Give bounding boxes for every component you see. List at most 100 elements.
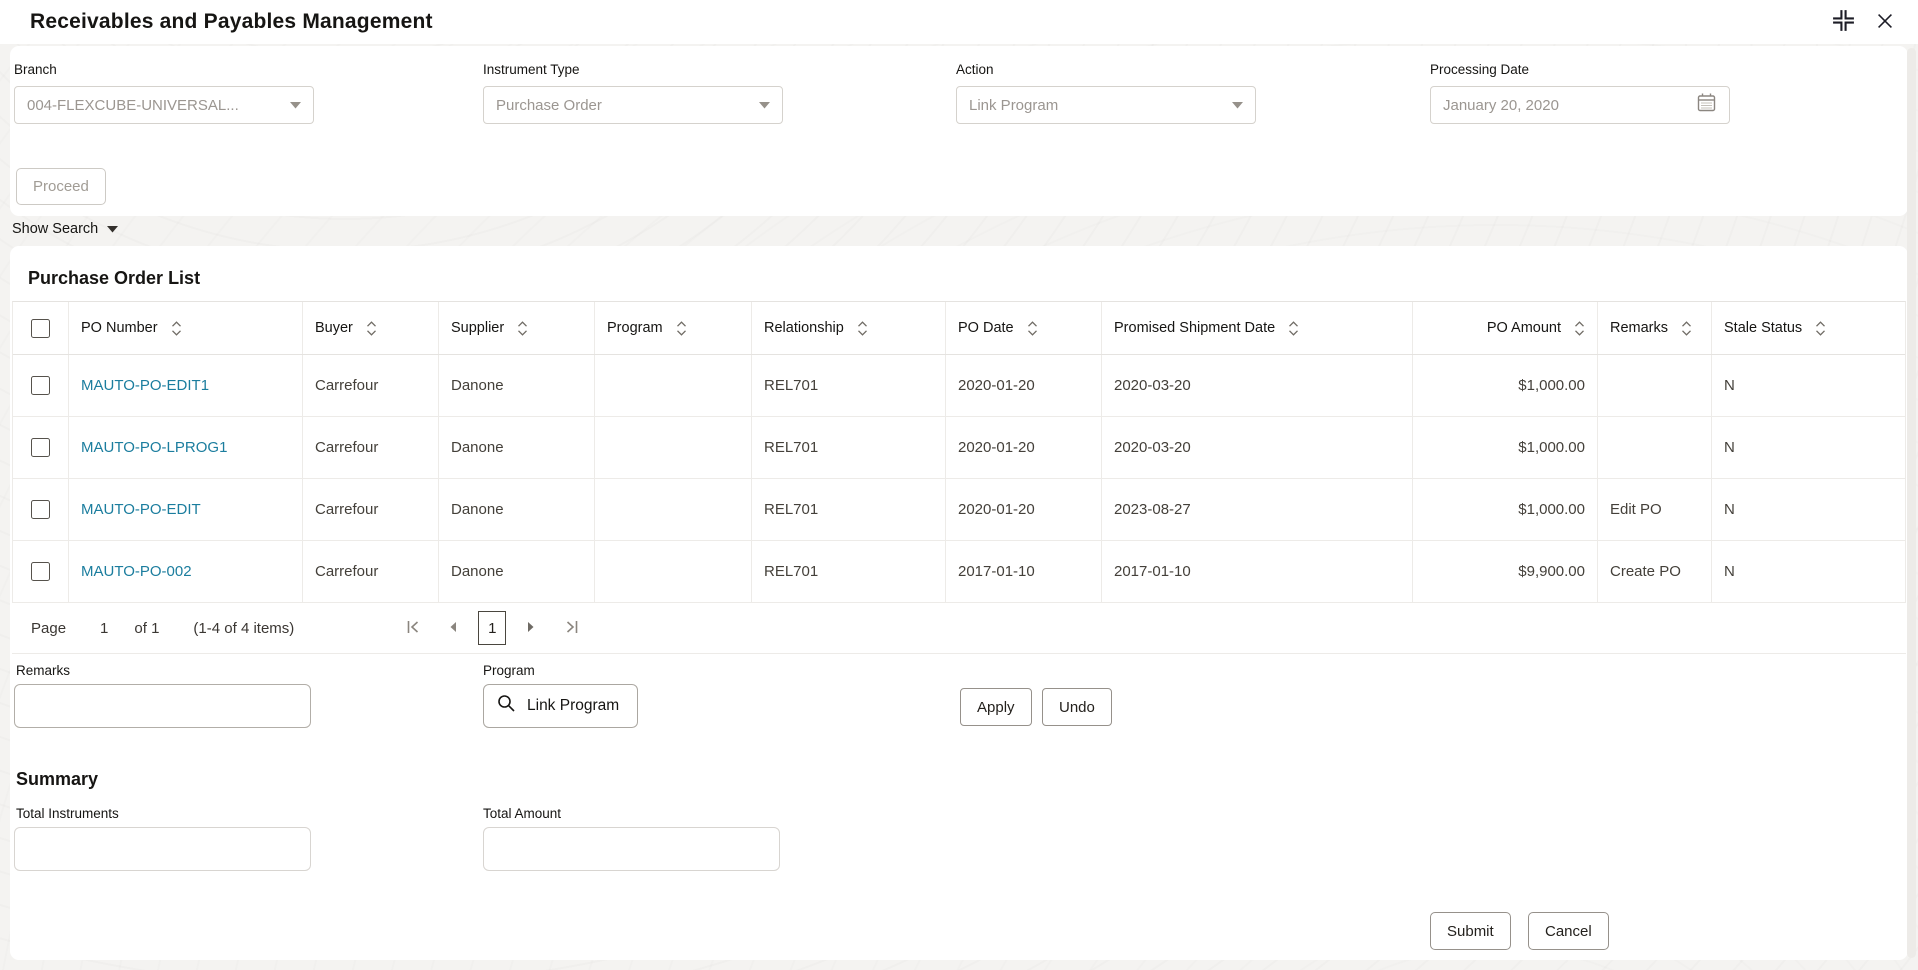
row-checkbox[interactable] bbox=[31, 500, 50, 519]
program-label: Program bbox=[483, 663, 535, 678]
filter-panel: Branch 004-FLEXCUBE-UNIVERSAL... Instrum… bbox=[10, 46, 1908, 216]
cell-po_number: MAUTO-PO-002 bbox=[68, 541, 302, 602]
cell-promised_shipment_date: 2020-03-20 bbox=[1101, 355, 1412, 416]
column-header-po_date[interactable]: PO Date bbox=[945, 302, 1101, 354]
window-titlebar: Receivables and Payables Management bbox=[0, 0, 1918, 44]
cell-po_number: MAUTO-PO-EDIT1 bbox=[68, 355, 302, 416]
column-header-promised_shipment_date[interactable]: Promised Shipment Date bbox=[1101, 302, 1412, 354]
column-header-stale_status[interactable]: Stale Status bbox=[1711, 302, 1905, 354]
close-button[interactable] bbox=[1872, 8, 1898, 37]
column-header-po_amount[interactable]: PO Amount bbox=[1412, 302, 1597, 354]
row-cell-select bbox=[13, 479, 68, 540]
page-count-label: of 1 bbox=[134, 620, 159, 637]
column-header-relationship[interactable]: Relationship bbox=[751, 302, 945, 354]
cell-stale_status: N bbox=[1711, 479, 1905, 540]
select-all-checkbox[interactable] bbox=[31, 319, 50, 338]
show-search-toggle[interactable]: Show Search bbox=[12, 221, 118, 237]
link-program-button[interactable]: Link Program bbox=[483, 684, 638, 728]
cell-supplier: Danone bbox=[438, 541, 594, 602]
column-header-po_number[interactable]: PO Number bbox=[68, 302, 302, 354]
column-header-remarks[interactable]: Remarks bbox=[1597, 302, 1711, 354]
cell-value: REL701 bbox=[764, 377, 818, 394]
cell-buyer: Carrefour bbox=[302, 479, 438, 540]
last-page-button[interactable] bbox=[556, 613, 586, 643]
sort-icon[interactable] bbox=[857, 321, 868, 336]
sort-icon[interactable] bbox=[171, 321, 182, 336]
processing-date-field: Processing Date January 20, 2020 bbox=[1430, 62, 1730, 124]
cancel-button[interactable]: Cancel bbox=[1528, 912, 1609, 950]
page-number-input[interactable]: 1 bbox=[100, 620, 108, 637]
cell-buyer: Carrefour bbox=[302, 541, 438, 602]
next-page-button[interactable] bbox=[516, 613, 546, 643]
sort-icon[interactable] bbox=[1288, 321, 1299, 336]
cell-promised_shipment_date: 2023-08-27 bbox=[1101, 479, 1412, 540]
column-header-buyer[interactable]: Buyer bbox=[302, 302, 438, 354]
table-row: MAUTO-PO-LPROG1CarrefourDanoneREL7012020… bbox=[13, 417, 1905, 479]
submit-button[interactable]: Submit bbox=[1430, 912, 1511, 950]
cell-value: Edit PO bbox=[1610, 501, 1662, 518]
cell-stale_status: N bbox=[1711, 541, 1905, 602]
cell-remarks: Create PO bbox=[1597, 541, 1711, 602]
header-cell-select bbox=[13, 302, 68, 354]
instrument-type-select[interactable]: Purchase Order bbox=[483, 86, 783, 124]
row-checkbox[interactable] bbox=[31, 562, 50, 581]
collapse-icon bbox=[1831, 8, 1856, 36]
sort-icon[interactable] bbox=[366, 321, 377, 336]
undo-button[interactable]: Undo bbox=[1042, 688, 1112, 726]
action-select[interactable]: Link Program bbox=[956, 86, 1256, 124]
cell-remarks: Edit PO bbox=[1597, 479, 1711, 540]
processing-date-input[interactable]: January 20, 2020 bbox=[1430, 86, 1730, 124]
apply-button[interactable]: Apply bbox=[960, 688, 1032, 726]
vertical-scrollbar[interactable] bbox=[1907, 48, 1916, 958]
column-label: Stale Status bbox=[1724, 320, 1802, 336]
sort-icon[interactable] bbox=[676, 321, 687, 336]
current-page-box[interactable]: 1 bbox=[478, 611, 506, 645]
cell-value: Carrefour bbox=[315, 439, 378, 456]
calendar-icon[interactable] bbox=[1696, 92, 1717, 118]
po-number-link[interactable]: MAUTO-PO-002 bbox=[81, 563, 192, 580]
remarks-input[interactable] bbox=[14, 684, 311, 728]
sort-icon[interactable] bbox=[1027, 321, 1038, 336]
previous-page-button[interactable] bbox=[438, 613, 468, 643]
cell-program bbox=[594, 479, 751, 540]
cell-program bbox=[594, 541, 751, 602]
table-row: MAUTO-PO-EDITCarrefourDanoneREL7012020-0… bbox=[13, 479, 1905, 541]
instrument-type-label: Instrument Type bbox=[483, 62, 783, 77]
chevron-down-icon bbox=[107, 221, 118, 237]
pagination-nav: 1 bbox=[398, 611, 586, 645]
cell-po_date: 2017-01-10 bbox=[945, 541, 1101, 602]
show-search-label: Show Search bbox=[12, 221, 98, 237]
sort-icon[interactable] bbox=[517, 321, 528, 336]
sort-icon[interactable] bbox=[1681, 321, 1692, 336]
column-header-supplier[interactable]: Supplier bbox=[438, 302, 594, 354]
instrument-type-value: Purchase Order bbox=[496, 97, 602, 114]
column-label: Program bbox=[607, 320, 663, 336]
total-instruments-input[interactable] bbox=[14, 827, 311, 871]
cell-value: $1,000.00 bbox=[1518, 501, 1585, 518]
total-amount-input[interactable] bbox=[483, 827, 780, 871]
column-header-program[interactable]: Program bbox=[594, 302, 751, 354]
column-label: Promised Shipment Date bbox=[1114, 320, 1275, 336]
action-value: Link Program bbox=[969, 97, 1058, 114]
cell-relationship: REL701 bbox=[751, 479, 945, 540]
branch-select[interactable]: 004-FLEXCUBE-UNIVERSAL... bbox=[14, 86, 314, 124]
cell-promised_shipment_date: 2017-01-10 bbox=[1101, 541, 1412, 602]
po-number-link[interactable]: MAUTO-PO-EDIT1 bbox=[81, 377, 209, 394]
cell-value: N bbox=[1724, 501, 1735, 518]
row-checkbox[interactable] bbox=[31, 376, 50, 395]
cell-value: 2020-01-20 bbox=[958, 439, 1035, 456]
row-checkbox[interactable] bbox=[31, 438, 50, 457]
po-number-link[interactable]: MAUTO-PO-EDIT bbox=[81, 501, 201, 518]
cell-po_date: 2020-01-20 bbox=[945, 479, 1101, 540]
po-number-link[interactable]: MAUTO-PO-LPROG1 bbox=[81, 439, 227, 456]
cell-value: 2020-03-20 bbox=[1114, 377, 1191, 394]
proceed-button[interactable]: Proceed bbox=[16, 168, 106, 205]
cell-value: 2017-01-10 bbox=[958, 563, 1035, 580]
sort-icon[interactable] bbox=[1574, 321, 1585, 336]
sort-icon[interactable] bbox=[1815, 321, 1826, 336]
first-page-button[interactable] bbox=[398, 613, 428, 643]
cell-po_amount: $1,000.00 bbox=[1412, 417, 1597, 478]
page-label: Page bbox=[31, 620, 66, 637]
branch-label: Branch bbox=[14, 62, 314, 77]
collapse-button[interactable] bbox=[1829, 6, 1858, 38]
